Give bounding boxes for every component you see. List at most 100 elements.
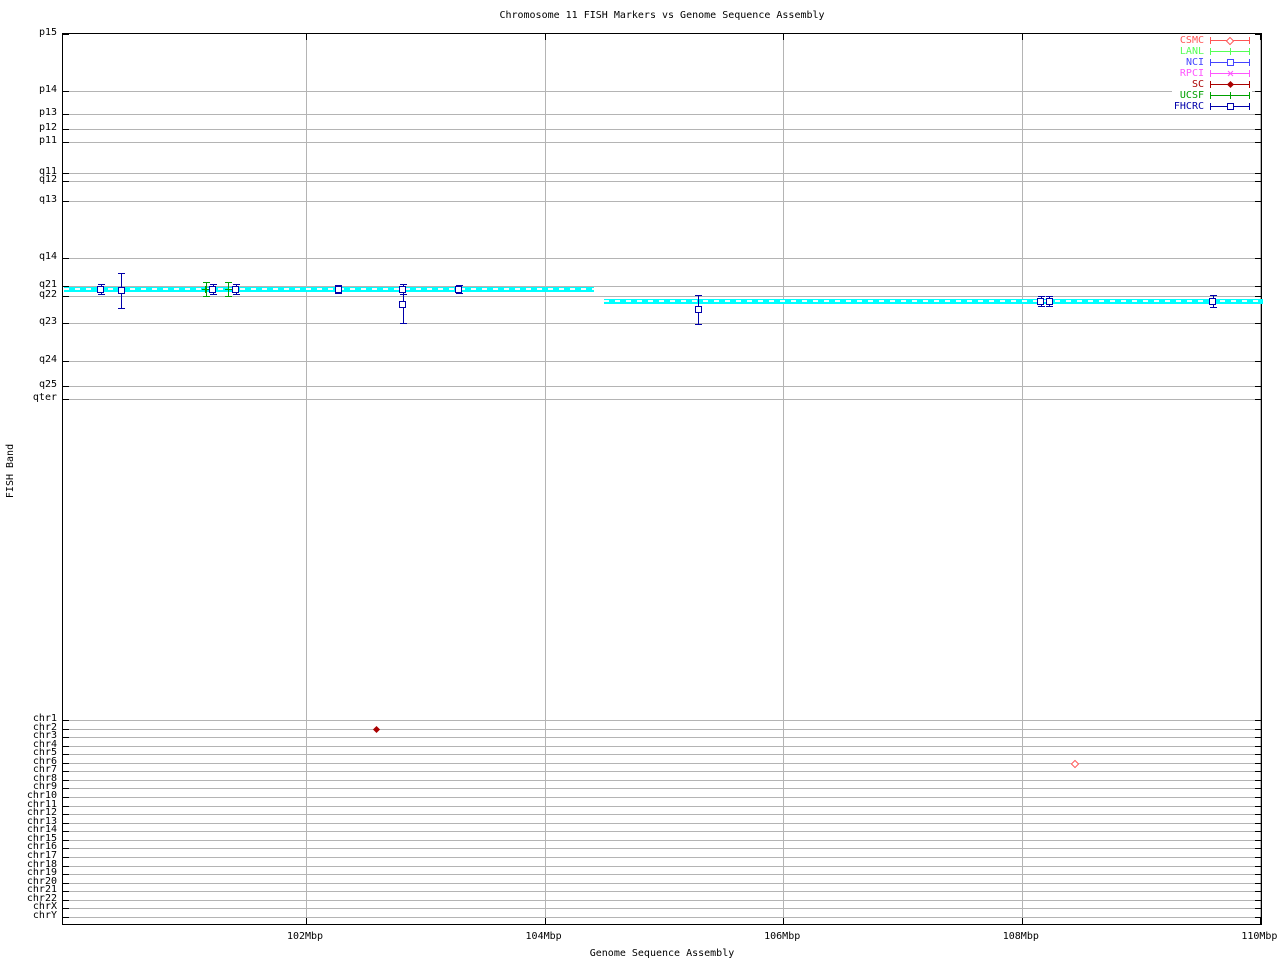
gridline-vertical [1260,34,1262,924]
y-tick-label: q14 [38,251,57,262]
y-tick-mark [63,823,69,824]
gridline-horizontal [63,763,1261,764]
y-tick-label: p14 [38,84,57,95]
x-tick-mark [306,34,307,40]
ucsf-marker-stroke [202,288,210,290]
errorbar-cap [399,323,407,324]
fhcrc-marker [334,285,342,293]
errorbar-cap [225,296,233,297]
y-tick-label: p13 [38,107,57,118]
y-tick-mark [63,857,69,858]
gridline-horizontal [63,917,1261,918]
legend-marker [1226,92,1234,99]
y-tick-mark [63,201,69,202]
x-tick-label: 102Mbp [286,931,324,942]
legend-sample-plus-icon [1210,46,1250,57]
legend-label: CSMC [1179,35,1204,46]
errorbar-cap [225,282,233,283]
gridline-horizontal [63,788,1261,789]
gridline-horizontal [63,806,1261,807]
y-tick-mark [1255,323,1261,324]
y-tick-mark [1255,361,1261,362]
y-tick-mark [1255,763,1261,764]
errorbar-cap [695,324,703,325]
x-tick-mark [1260,34,1262,40]
x-tick-label: 106Mbp [764,931,801,942]
gridline-horizontal [63,258,1261,259]
y-tick-mark [63,258,69,259]
chart-title: Chromosome 11 FISH Markers vs Genome Seq… [499,10,825,21]
y-tick-mark [63,771,69,772]
gridline-horizontal [63,797,1261,798]
gridline-horizontal [63,866,1261,867]
errorbar-cap [1046,306,1054,307]
legend-sample-square-icon [1210,57,1250,68]
x-tick-mark [783,34,785,40]
x-tick-label: 104Mbp [525,931,562,942]
errorbar-cap [118,273,126,274]
y-tick-mark [1255,737,1261,738]
fhcrc-marker [399,300,407,308]
y-tick-mark [63,780,69,781]
legend: CSMC LANL NCI RPCI SC UCSF FHCRC [1171,34,1252,113]
y-tick-mark [63,908,69,909]
y-tick-mark [1255,286,1261,287]
fhcrc-marker [455,285,463,293]
fhcrc-marker [694,305,702,313]
y-tick-mark [1255,258,1261,259]
x-tick-label: 108Mbp [1002,931,1039,942]
x-tick-mark [544,918,546,924]
x-tick-mark [544,34,546,40]
y-tick-mark [63,323,69,324]
y-tick-mark [63,399,69,400]
fhcrc-errorbar [402,294,404,323]
gridline-vertical [544,34,546,924]
s [1226,51,1234,52]
legend-entry-lanl: LANL [1174,46,1250,57]
y-tick-label: p11 [38,135,57,146]
y-tick-label: q12 [38,174,57,185]
y-tick-mark [1255,866,1261,867]
y-tick-mark [1255,857,1261,858]
y-tick-mark [1255,900,1261,901]
legend-label: FHCRC [1173,101,1204,112]
fhcrc-marker [232,285,240,293]
errorbar-cap [232,294,240,295]
y-tick-mark [1255,806,1261,807]
assembly-band-dashes [63,288,594,290]
fish-marker-chart: Chromosome 11 FISH Markers vs Genome Seq… [0,0,1280,960]
fhcrc-marker [209,285,217,293]
y-tick-mark [1255,823,1261,824]
csmc-marker [1071,759,1080,769]
legend-entry-sc: SC [1174,79,1250,90]
assembly-band [604,299,1263,304]
legend-marker [1226,59,1234,66]
y-tick-mark [1255,746,1261,747]
y-tick-mark [63,806,69,807]
legend-entry-rpci: RPCI [1174,68,1250,79]
y-tick-mark [1255,831,1261,832]
gridline-horizontal [63,891,1261,892]
legend-label: SC [1191,79,1204,90]
x-tick-mark [306,918,307,924]
y-tick-mark [63,848,69,849]
errorbar-cap [335,293,343,294]
errorbar-cap [202,282,210,283]
x-tick-mark [1021,918,1023,924]
y-tick-mark [1255,891,1261,892]
errorbar-cap [202,296,210,297]
y-tick-mark [63,788,69,789]
y-tick-mark [63,296,69,297]
y-tick-mark [1255,173,1261,174]
gridline-horizontal [63,883,1261,884]
ucsf-marker-stroke [224,288,232,290]
y-tick-mark [63,129,69,130]
y-tick-mark [63,917,69,918]
errorbar-cap [455,293,463,294]
gridline-horizontal [63,737,1261,738]
fhcrc-marker [1037,297,1045,305]
y-tick-mark [1255,91,1261,92]
y-tick-mark [1255,399,1261,400]
s [1226,95,1234,96]
gridline-horizontal [63,848,1261,849]
